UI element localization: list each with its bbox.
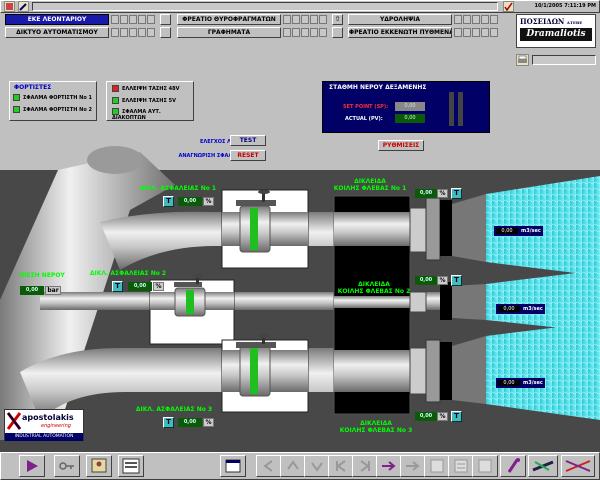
scada-screen: { "status":{"datetime":"10/1/2005 7:11:1… <box>0 0 600 480</box>
hollow-valve-3-label-line1: ΔΙΚΛΕΙΔΑ <box>360 420 392 427</box>
hollow-valve-3-value: 0,00 <box>415 412 437 421</box>
hollow-valve-2-label-line2: ΚΟΙΛΗΣ ΦΛΕΒΑΣ Νο 2 <box>337 288 411 295</box>
nav-left-icon[interactable] <box>256 455 282 477</box>
water-pressure-unit: bar <box>45 286 61 295</box>
outlet-3 <box>409 322 600 420</box>
hollow-valve-2-label-line1: ΔΙΚΛΕΙΔΑ <box>358 281 390 288</box>
nav-last-icon[interactable] <box>352 455 378 477</box>
flow-3-readout: 0,00 m3/sec <box>496 378 545 388</box>
exit-icon[interactable] <box>561 455 595 477</box>
flow-2-value: 0,00 <box>498 306 520 312</box>
hollow-valve-1-label-line1: ΔΙΚΛΕΙΔΑ <box>354 178 386 185</box>
apostolakis-name: apostolakis <box>22 413 74 422</box>
hollow-valve-3-label: ΔΙΚΛΕΙΔΑ ΚΟΙΛΗΣ ΦΛΕΒΑΣ Νο 3 <box>336 420 416 434</box>
print-preview-icon[interactable] <box>424 455 450 477</box>
flow-2-unit: m3/sec <box>523 306 543 312</box>
apostolakis-sub: engineering <box>41 423 71 429</box>
flow-3-unit: m3/sec <box>523 380 543 386</box>
safety-valve-3-trend-button[interactable]: T <box>163 417 174 428</box>
hollow-valve-2-value: 0,00 <box>415 276 437 285</box>
window-icon[interactable] <box>220 455 246 477</box>
safety-valve-2-value: 0,00 <box>128 282 152 291</box>
safety-valve-1-unit: % <box>203 197 214 206</box>
info-icon[interactable] <box>500 455 526 477</box>
nav-forward-icon[interactable] <box>400 455 426 477</box>
safety-valve-2-label: ΔΙΚΛ. ΑΣΦΑΛΕΙΑΣ Νο 2 <box>89 270 167 277</box>
flow-1-unit: m3/sec <box>521 228 541 234</box>
safety-valve-2-trend-button[interactable]: T <box>112 281 123 292</box>
nav-down-icon[interactable] <box>304 455 330 477</box>
safety-valve-3-value: 0,00 <box>178 418 202 427</box>
hollow-valve-3-trend-button[interactable]: T <box>451 411 462 422</box>
flow-2-readout: 0,00 m3/sec <box>496 304 545 314</box>
apostolakis-logo: apostolakis engineering INDUSTRIAL AUTOM… <box>4 409 84 441</box>
nav-up-icon[interactable] <box>280 455 306 477</box>
safety-valve-1-value: 0,00 <box>178 197 202 206</box>
users-icon[interactable] <box>86 455 112 477</box>
water-pressure-value: 0,00 <box>20 286 44 295</box>
apostolakis-mark-icon <box>7 412 21 430</box>
report-icon[interactable] <box>448 455 474 477</box>
export-icon[interactable] <box>472 455 498 477</box>
hollow-valve-1-unit: % <box>437 189 448 198</box>
apostolakis-footer: INDUSTRIAL AUTOMATION <box>5 433 83 441</box>
safety-valve-1-trend-button[interactable]: T <box>163 196 174 207</box>
hollow-valve-3-unit: % <box>437 412 448 421</box>
hollow-valve-2-unit: % <box>437 276 448 285</box>
safety-valve-3-label: ΔΙΚΛ. ΑΣΦΑΛΕΙΑΣ Νο 3 <box>135 406 213 413</box>
tools-icon[interactable] <box>528 455 558 477</box>
hollow-valve-1-trend-button[interactable]: T <box>451 188 462 199</box>
nav-first-icon[interactable] <box>328 455 354 477</box>
safety-valve-2-unit: % <box>153 282 164 291</box>
hollow-valve-1-value: 0,00 <box>415 189 437 198</box>
hollow-valve-2-trend-button[interactable]: T <box>451 275 462 286</box>
hollow-valve-1-label-line2: ΚΟΙΛΗΣ ΦΛΕΒΑΣ Νο 1 <box>333 185 407 192</box>
key-icon[interactable] <box>54 455 80 477</box>
nav-next-icon[interactable] <box>376 455 402 477</box>
safety-valve-3[interactable] <box>236 334 276 397</box>
water-pressure-label: ΠΙΕΣΗ ΝΕΡΟΥ <box>19 272 65 279</box>
hollow-valve-2-label: ΔΙΚΛΕΙΔΑ ΚΟΙΛΗΣ ΦΛΕΒΑΣ Νο 2 <box>334 281 414 295</box>
hollow-valve-3-label-line2: ΚΟΙΛΗΣ ΦΛΕΒΑΣ Νο 3 <box>339 427 413 434</box>
hollow-valve-1-label: ΔΙΚΛΕΙΔΑ ΚΟΙΛΗΣ ΦΛΕΒΑΣ Νο 1 <box>330 178 410 192</box>
flow-3-value: 0,00 <box>498 380 520 386</box>
flow-1-value: 0,00 <box>496 228 518 234</box>
safety-valve-3-unit: % <box>203 418 214 427</box>
play-icon[interactable] <box>19 455 45 477</box>
alarms-icon[interactable] <box>118 455 144 477</box>
flow-1-readout: 0,00 m3/sec <box>494 226 543 236</box>
safety-valve-1-label: ΔΙΚΛ. ΑΣΦΑΛΕΙΑΣ Νο 1 <box>139 185 217 192</box>
